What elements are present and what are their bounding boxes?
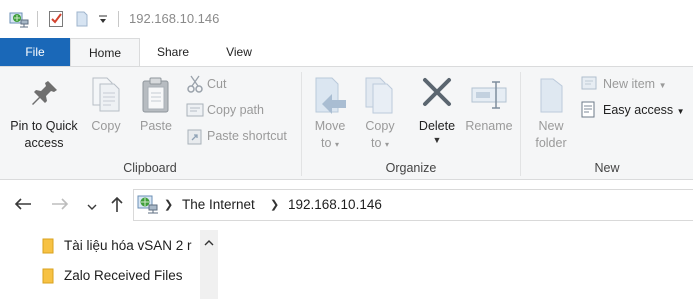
delete-dropdown-icon[interactable]: ▼ bbox=[412, 135, 462, 145]
recent-locations-chevron-icon[interactable] bbox=[86, 200, 98, 214]
tab-share[interactable]: Share bbox=[145, 38, 201, 66]
list-item[interactable]: Tài liệu hóa vSAN 2 r bbox=[36, 234, 200, 258]
paste-shortcut-icon bbox=[186, 127, 204, 148]
file-name: Zalo Received Files bbox=[64, 268, 183, 283]
delete-label: Delete bbox=[418, 119, 456, 133]
list-item[interactable]: Zalo Received Files bbox=[36, 264, 200, 288]
scissors-icon bbox=[186, 75, 204, 96]
breadcrumb-the-internet[interactable]: The Internet bbox=[182, 197, 255, 212]
organize-group-label: Organize bbox=[385, 161, 437, 175]
forward-arrow-icon[interactable] bbox=[50, 196, 70, 215]
paste-icon bbox=[140, 76, 172, 117]
up-arrow-icon[interactable] bbox=[109, 195, 125, 216]
move-to-label-line2: to ▾ bbox=[321, 136, 339, 150]
back-arrow-icon[interactable] bbox=[13, 196, 33, 215]
copy-path-button[interactable]: Copy path bbox=[184, 100, 294, 120]
copy-to-label-line1: Copy bbox=[365, 119, 395, 133]
new-item-icon bbox=[580, 75, 598, 96]
new-folder-label-line1: New bbox=[538, 119, 564, 133]
rename-label: Rename bbox=[465, 119, 513, 133]
easy-access-button[interactable]: Easy access ▼ bbox=[580, 100, 690, 120]
copy-path-label: Copy path bbox=[207, 103, 264, 117]
window-title: 192.168.10.146 bbox=[129, 11, 220, 26]
new-item-label: New item ▼ bbox=[603, 77, 667, 91]
network-location-icon bbox=[137, 193, 159, 218]
copy-label: Copy bbox=[91, 119, 121, 133]
pin-icon bbox=[30, 78, 60, 111]
qat-separator bbox=[37, 11, 38, 27]
clipboard-group-label: Clipboard bbox=[123, 161, 177, 175]
breadcrumb-current-location[interactable]: 192.168.10.146 bbox=[288, 197, 382, 212]
new-item-button[interactable]: New item ▼ bbox=[580, 74, 690, 94]
paste-label: Paste bbox=[140, 119, 172, 133]
copy-to-button[interactable]: Copy to ▾ bbox=[357, 72, 403, 154]
customize-dropdown-icon[interactable] bbox=[98, 12, 108, 29]
rename-button[interactable]: Rename bbox=[464, 72, 514, 154]
paste-shortcut-label: Paste shortcut bbox=[207, 129, 287, 143]
paste-shortcut-button[interactable]: Paste shortcut bbox=[184, 126, 296, 146]
new-folder-button[interactable]: New folder bbox=[526, 72, 576, 154]
cut-button[interactable]: Cut bbox=[184, 74, 284, 94]
ribbon-tabs: File Home Share View bbox=[0, 38, 693, 66]
copy-to-icon bbox=[363, 76, 399, 119]
properties-checkbox-icon[interactable] bbox=[48, 10, 64, 31]
new-group-label: New bbox=[594, 161, 620, 175]
new-folder-icon[interactable] bbox=[74, 10, 90, 31]
title-bar: 192.168.10.146 bbox=[0, 0, 693, 38]
breadcrumb-separator-icon[interactable]: ❯ bbox=[164, 198, 173, 211]
copy-path-icon bbox=[186, 101, 204, 122]
new-folder-label-line2: folder bbox=[535, 136, 567, 150]
copy-button[interactable]: Copy bbox=[86, 72, 126, 154]
pin-label-line1: Pin to Quick bbox=[10, 119, 78, 133]
new-folder-icon bbox=[536, 76, 568, 119]
file-name: Tài liệu hóa vSAN 2 r bbox=[64, 238, 192, 253]
folder-icon bbox=[42, 268, 54, 287]
paste-button[interactable]: Paste bbox=[134, 72, 178, 154]
network-drive-icon[interactable] bbox=[9, 10, 29, 31]
tab-file[interactable]: File bbox=[0, 38, 70, 66]
easy-access-icon bbox=[580, 101, 598, 122]
delete-x-icon bbox=[421, 76, 453, 113]
copy-to-label-line2: to ▾ bbox=[371, 136, 389, 150]
folder-icon bbox=[42, 238, 54, 257]
copy-icon bbox=[90, 76, 122, 117]
breadcrumb-separator-icon[interactable]: ❯ bbox=[270, 198, 279, 211]
move-to-icon bbox=[313, 76, 349, 119]
tab-view[interactable]: View bbox=[212, 38, 266, 66]
qat-separator bbox=[118, 11, 119, 27]
pin-to-quick-access-button[interactable]: Pin to Quick access bbox=[4, 72, 84, 154]
pin-label-line2: access bbox=[24, 136, 64, 150]
delete-button[interactable]: Delete ▼ bbox=[412, 72, 462, 154]
easy-access-label: Easy access ▼ bbox=[603, 103, 685, 117]
tab-home[interactable]: Home bbox=[70, 38, 140, 66]
move-to-label-line1: Move bbox=[314, 119, 346, 133]
scroll-up-chevron-icon[interactable] bbox=[203, 236, 215, 250]
cut-label: Cut bbox=[207, 77, 227, 91]
rename-icon bbox=[470, 78, 508, 113]
move-to-button[interactable]: Move to ▾ bbox=[307, 72, 353, 154]
